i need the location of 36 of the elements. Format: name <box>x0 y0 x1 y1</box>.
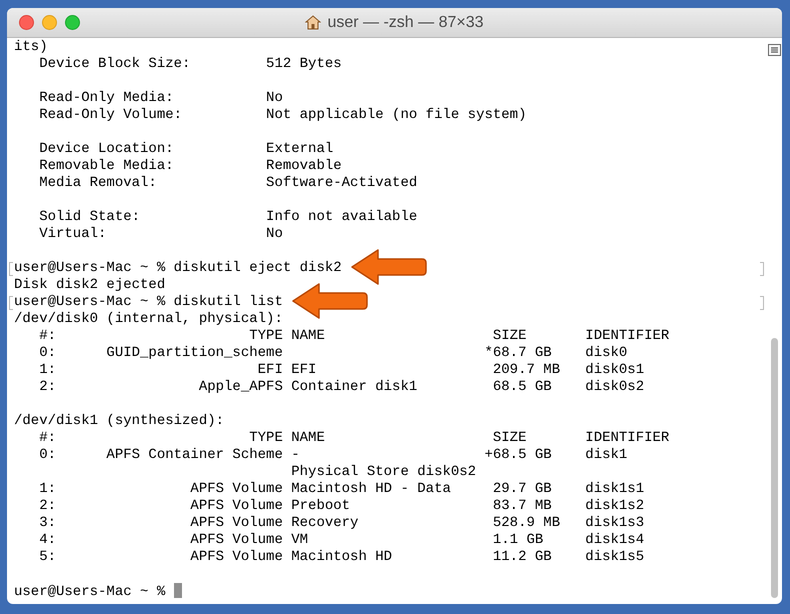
output-line: Physical Store disk0s2 <box>290 464 476 480</box>
output-line: Read-Only Media: No <box>38 90 283 106</box>
scrollbar-thumb[interactable] <box>770 338 778 598</box>
output-line: #: TYPE NAME SIZE IDENTIFIER <box>38 430 670 446</box>
output-line: 1: EFI EFI 209.7 MB disk0s1 <box>38 362 644 378</box>
output-line: Disk disk2 ejected <box>14 277 166 293</box>
mark-bracket-icon <box>760 296 764 310</box>
output-line: its) <box>14 39 48 55</box>
output-line: 0: GUID_partition_scheme *68.7 GB disk0 <box>38 345 628 361</box>
output-line: Removable Media: Removable <box>38 158 342 174</box>
output-line: /dev/disk0 (internal, physical): <box>14 311 283 327</box>
output-line: 0: APFS Container Scheme - +68.5 GB disk1 <box>38 447 628 463</box>
output-line: 2: APFS Volume Preboot 83.7 MB disk1s2 <box>38 498 644 514</box>
window-title: user — -zsh — 87×33 <box>327 14 484 32</box>
close-button[interactable] <box>19 15 34 30</box>
command-line: user@Users-Mac ~ % diskutil eject disk2 <box>14 260 342 276</box>
output-line: Read-Only Volume: Not applicable (no file system) <box>38 107 526 123</box>
minimize-button[interactable] <box>42 15 57 30</box>
zoom-button[interactable] <box>65 15 80 30</box>
output-line: Media Removal: Software-Activated <box>38 175 418 191</box>
output-line: 5: APFS Volume Macintosh HD 11.2 GB disk1s5 <box>38 549 644 565</box>
output-line: 3: APFS Volume Recovery 528.9 MB disk1s3 <box>38 515 644 531</box>
inspector-icon[interactable] <box>768 44 780 56</box>
output-line: Solid State: Info not available <box>38 209 418 225</box>
output-line: Device Location: External <box>38 141 334 157</box>
output-line: Device Block Size: 512 Bytes <box>38 56 342 72</box>
output-line: #: TYPE NAME SIZE IDENTIFIER <box>38 328 670 344</box>
output-line: Virtual: No <box>38 226 283 242</box>
house-icon <box>305 15 322 30</box>
output-line: /dev/disk1 (synthesized): <box>14 413 224 429</box>
output-line: 2: Apple_APFS Container disk1 68.5 GB disk0s2 <box>38 379 644 395</box>
mark-bracket-icon <box>760 262 764 276</box>
command-line: user@Users-Mac ~ % <box>14 584 166 600</box>
output-line: 4: APFS Volume VM 1.1 GB disk1s4 <box>38 532 644 548</box>
output-line: 1: APFS Volume Macintosh HD - Data 29.7 GB disk1s1 <box>38 481 644 497</box>
command-line: user@Users-Mac ~ % diskutil list <box>14 294 283 310</box>
